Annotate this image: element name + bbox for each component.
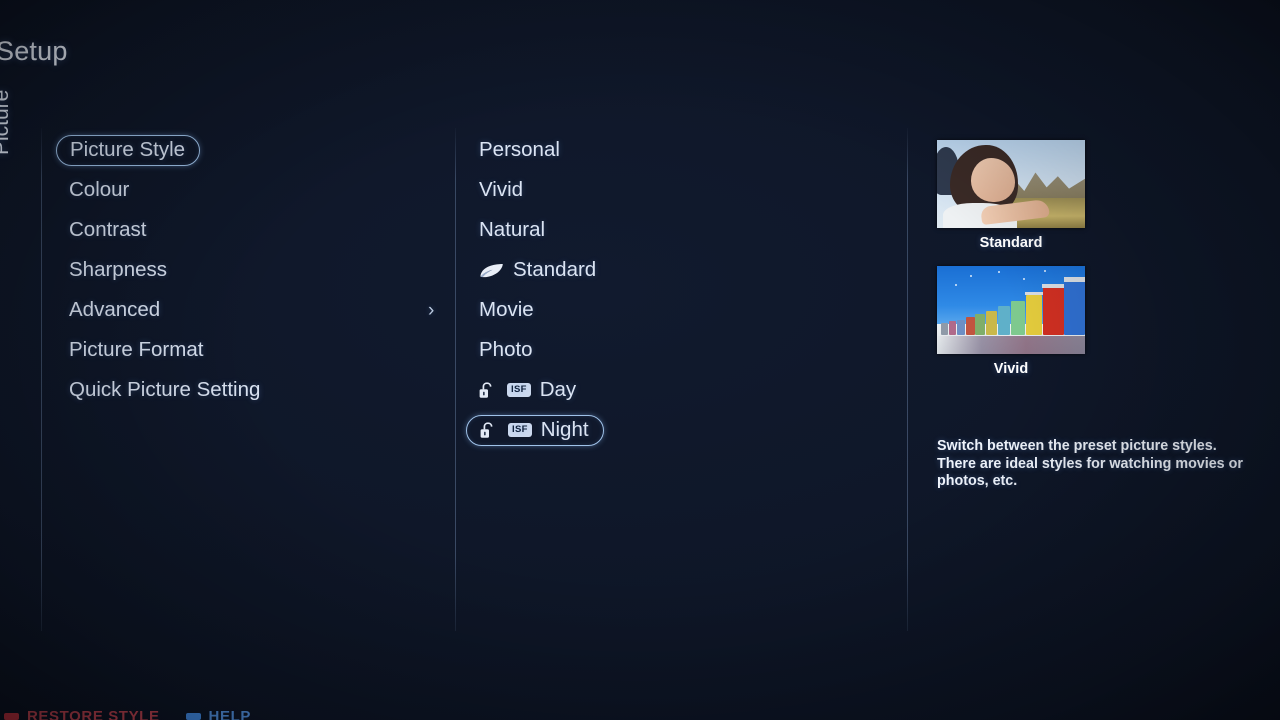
divider-right xyxy=(907,128,908,631)
lock-open-icon xyxy=(480,421,499,439)
isf-badge-text: ISF xyxy=(508,423,532,437)
style-option-standard[interactable]: Standard xyxy=(466,256,610,284)
menu-item-picture-style[interactable]: Picture Style xyxy=(56,134,201,166)
style-option-label: Movie xyxy=(479,298,534,321)
chevron-right-icon: › xyxy=(428,299,435,321)
isf-badge-text: ISF xyxy=(507,383,531,397)
leaf-eco-icon xyxy=(479,263,504,278)
style-option-movie[interactable]: Movie xyxy=(466,296,548,324)
style-option-natural[interactable]: Natural xyxy=(466,216,559,244)
menu-item-colour[interactable]: Colour xyxy=(56,176,143,204)
settings-menu-list: Picture Style Colour Contrast Sharpness … xyxy=(56,134,446,416)
style-option-label: Personal xyxy=(479,138,560,161)
style-option-label: Night xyxy=(540,418,589,441)
bottom-action-bar: RESTORE STYLE HELP xyxy=(0,703,251,720)
style-option-day[interactable]: ISF Day xyxy=(466,376,590,404)
style-option-label: Day xyxy=(539,378,577,401)
red-key-icon xyxy=(4,712,19,720)
preview-caption: Vivid xyxy=(993,361,1029,377)
style-option-label: Photo xyxy=(479,338,533,361)
style-option-label: Vivid xyxy=(479,178,524,201)
isf-badge: ISF xyxy=(507,383,531,397)
picture-style-options-list: Personal Vivid Natural Standard Movie Ph… xyxy=(466,136,896,456)
preview-thumbnail-standard xyxy=(937,140,1085,228)
action-restore-style[interactable]: RESTORE STYLE xyxy=(4,708,160,720)
lock-open-icon xyxy=(479,381,498,399)
page-title: Setup xyxy=(0,36,68,66)
isf-badge: ISF xyxy=(508,423,532,437)
menu-item-label: Contrast xyxy=(69,218,147,241)
style-option-vivid[interactable]: Vivid xyxy=(466,176,537,204)
menu-item-contrast[interactable]: Contrast xyxy=(56,216,160,244)
preview-panel: Standard Vivid xyxy=(937,140,1257,392)
preview-caption: Standard xyxy=(979,235,1043,251)
action-help[interactable]: HELP xyxy=(185,707,251,720)
menu-item-label: Advanced xyxy=(69,298,161,321)
action-label: HELP xyxy=(208,707,251,720)
sidebar-category-picture[interactable]: Picture xyxy=(0,65,14,155)
menu-item-label: Colour xyxy=(69,178,130,201)
style-option-night[interactable]: ISF Night xyxy=(466,414,604,446)
tv-setup-screen: Setup Picture Picture Style Colour Contr… xyxy=(0,0,1280,720)
menu-item-quick-picture-setting[interactable]: Quick Picture Setting xyxy=(56,376,274,404)
menu-item-label: Picture Format xyxy=(69,338,204,361)
help-description-text: Switch between the preset picture styles… xyxy=(937,438,1243,489)
style-option-personal[interactable]: Personal xyxy=(466,136,574,164)
menu-item-sharpness[interactable]: Sharpness xyxy=(56,256,181,284)
action-label: RESTORE STYLE xyxy=(27,707,160,720)
preview-vivid: Vivid xyxy=(937,266,1257,377)
style-option-photo[interactable]: Photo xyxy=(466,336,547,364)
preview-standard: Standard xyxy=(937,140,1257,251)
menu-item-label: Quick Picture Setting xyxy=(69,378,261,401)
menu-item-label: Picture Style xyxy=(70,138,186,161)
menu-item-label: Sharpness xyxy=(69,258,168,281)
menu-item-picture-format[interactable]: Picture Format xyxy=(56,336,217,364)
blue-key-icon xyxy=(185,712,201,720)
style-option-label: Standard xyxy=(513,258,597,281)
divider-middle xyxy=(455,128,456,631)
style-option-label: Natural xyxy=(479,218,546,241)
menu-item-advanced[interactable]: Advanced › xyxy=(56,296,434,324)
preview-thumbnail-vivid xyxy=(937,266,1085,354)
divider-left xyxy=(41,128,42,631)
